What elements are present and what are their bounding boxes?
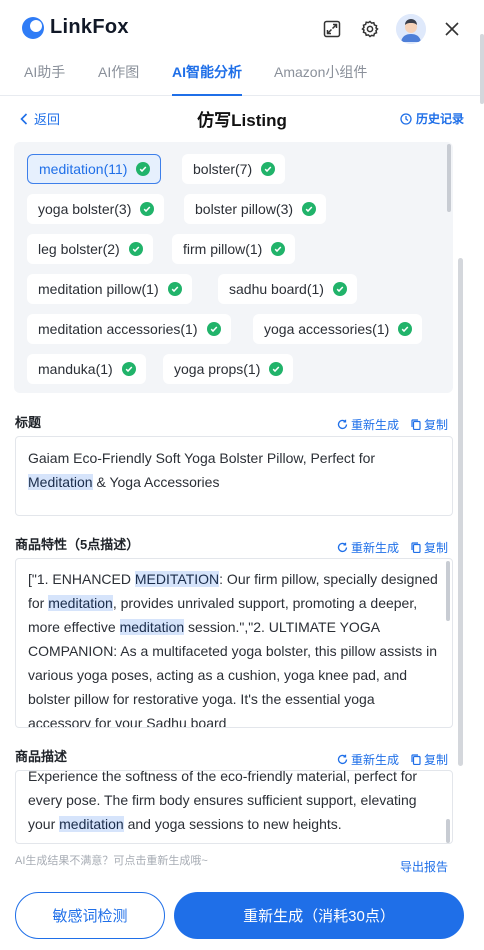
tab-amazon-widgets[interactable]: Amazon小组件 [274,62,367,96]
copy-icon [411,754,421,765]
copy-icon [411,542,421,553]
regenerate-label: 重新生成 [350,418,399,432]
check-icon [136,162,151,176]
title-textbox[interactable]: Gaiam Eco-Friendly Soft Yoga Bolster Pil… [15,436,453,516]
keyword-chip[interactable]: firm pillow(1) [172,234,296,264]
copy-icon [411,419,421,430]
title-text: Gaiam Eco-Friendly Soft Yoga Bolster Pil… [28,450,376,490]
features-section-label: 商品特性（5点描述） [15,537,140,552]
app-header: LinkFox AI助手 AI作图 AI智能分析 Amazon小组件 [0,0,484,96]
regenerate-label: 重新生成 [350,541,399,555]
keyword-label: leg bolster(2) [38,241,120,257]
keyword-chip[interactable]: manduka(1) [27,354,146,384]
check-icon [167,282,182,296]
logo-icon [22,16,44,39]
keyword-chip[interactable]: meditation pillow(1) [27,274,192,304]
check-icon [261,162,276,176]
keyword-label: meditation accessories(1) [38,321,198,337]
description-text: Experience the softness of the eco-frien… [28,770,418,832]
keyword-label: bolster pillow(3) [195,201,294,217]
copy-label: 复制 [423,753,448,767]
keyword-label: firm pillow(1) [183,241,263,257]
logo: LinkFox [22,16,129,39]
description-actions: 重新生成 复制 [337,751,448,768]
regenerate-title-button[interactable]: 重新生成 [337,416,399,433]
tab-ai-analysis[interactable]: AI智能分析 [172,62,242,96]
keyword-chip[interactable]: sadhu board(1) [218,274,357,304]
keyword-label: sadhu board(1) [229,281,324,297]
copy-title-button[interactable]: 复制 [411,416,448,433]
description-scrollbar[interactable] [446,819,450,843]
keyword-label: manduka(1) [38,361,113,377]
refresh-icon [337,542,348,553]
page-scrollbar-top[interactable] [480,34,484,104]
keyword-label: yoga bolster(3) [38,201,132,217]
check-icon [271,242,286,256]
refresh-icon [337,754,348,765]
keyword-chip[interactable]: leg bolster(2) [27,234,153,264]
check-icon [398,322,413,336]
keyword-chip[interactable]: yoga accessories(1) [253,314,423,344]
copy-label: 复制 [423,418,448,432]
features-textbox[interactable]: ["1. ENHANCED MEDITATION: Our firm pillo… [15,558,453,728]
keyword-label: meditation pillow(1) [38,281,159,297]
features-scrollbar[interactable] [446,561,450,621]
refresh-icon [337,419,348,430]
check-icon [140,202,155,216]
regenerate-features-button[interactable]: 重新生成 [337,539,399,556]
check-icon [332,282,347,296]
features-text: ["1. ENHANCED MEDITATION: Our firm pillo… [28,571,438,728]
check-icon [302,202,317,216]
title-section-label: 标题 [15,415,42,430]
tab-bar: AI助手 AI作图 AI智能分析 Amazon小组件 [0,56,484,96]
keyword-chip[interactable]: meditation(11) [27,154,162,184]
close-icon[interactable] [440,17,464,41]
regenerate-label: 重新生成 [350,753,399,767]
keyword-chip[interactable]: yoga props(1) [163,354,294,384]
keyword-chip[interactable]: meditation accessories(1) [27,314,231,344]
regenerate-hint: AI生成结果不满意？可点击重新生成哦~ [15,855,208,867]
keyword-label: bolster(7) [193,161,253,177]
keyword-label: meditation(11) [39,161,128,177]
copy-features-button[interactable]: 复制 [411,539,448,556]
tab-ai-drawing[interactable]: AI作图 [98,62,139,96]
keyword-chip[interactable]: bolster(7) [182,154,286,184]
check-icon [128,242,143,256]
keyword-label: yoga props(1) [174,361,261,377]
description-section-label: 商品描述 [15,749,68,764]
features-actions: 重新生成 复制 [337,539,448,556]
keyword-label: yoga accessories(1) [264,321,390,337]
copy-label: 复制 [423,541,448,555]
description-textbox[interactable]: Experience the softness of the eco-frien… [15,770,453,844]
check-icon [121,362,136,376]
history-icon [400,112,412,125]
expand-icon[interactable] [320,17,344,41]
keyword-chip[interactable]: bolster pillow(3) [184,194,327,224]
check-icon [269,362,284,376]
export-report-link[interactable]: 导出报告 [400,858,448,875]
title-actions: 重新生成 复制 [337,416,448,433]
content-scrollbar[interactable] [458,258,463,766]
header-actions [320,14,464,44]
sensitive-word-check-button[interactable]: 敏感词检测 [15,892,165,939]
logo-text: LinkFox [50,16,129,38]
regenerate-all-button[interactable]: 重新生成（消耗30点） [174,892,464,939]
check-icon [206,322,221,336]
avatar[interactable] [396,14,426,44]
gear-icon[interactable] [358,17,382,41]
copy-description-button[interactable]: 复制 [411,751,448,768]
history-label: 历史记录 [415,112,464,126]
keyword-chip[interactable]: yoga bolster(3) [27,194,165,224]
history-button[interactable]: 历史记录 [400,110,464,127]
keyword-scrollbar[interactable] [447,144,451,212]
tab-ai-assistant[interactable]: AI助手 [24,62,65,96]
regenerate-description-button[interactable]: 重新生成 [337,751,399,768]
keyword-panel: meditation(11) bolster(7) yoga bolster(3… [14,142,453,393]
